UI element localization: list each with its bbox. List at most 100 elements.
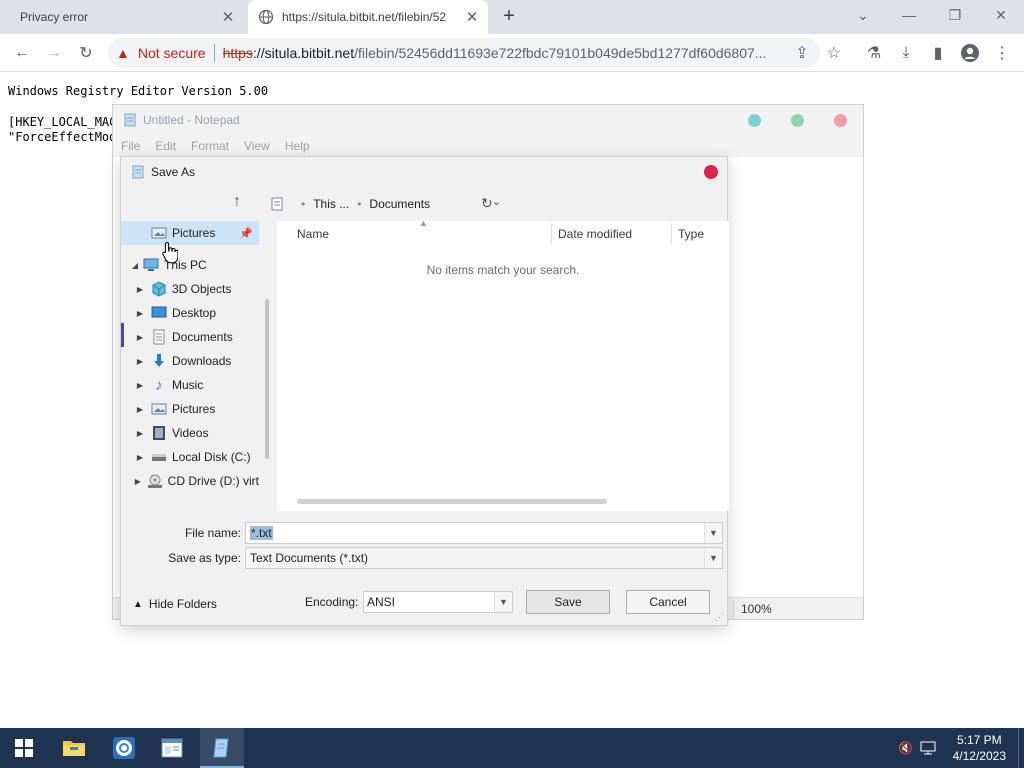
navigation-scrollbar[interactable]	[265, 299, 269, 459]
expand-arrow-icon[interactable]: ▶	[121, 333, 151, 342]
bookmark-star-icon[interactable]: ☆	[822, 41, 846, 65]
save-button[interactable]: Save	[526, 590, 610, 614]
encoding-dropdown-icon[interactable]: ▼	[494, 592, 512, 612]
close-window-button[interactable]: ✕	[978, 0, 1024, 30]
minimize-dot-icon[interactable]	[748, 114, 761, 127]
share-icon[interactable]: ⇪	[790, 41, 814, 65]
refresh-icon[interactable]: ↻	[481, 195, 493, 212]
restore-button[interactable]: ❐	[932, 0, 978, 30]
menu-edit[interactable]: Edit	[155, 139, 176, 153]
up-arrow-icon[interactable]: ↑	[233, 193, 241, 211]
column-date-modified[interactable]: Date modified	[558, 221, 632, 247]
breadcrumb-documents[interactable]: Documents	[369, 197, 430, 211]
expand-arrow-icon[interactable]: ▶	[121, 405, 151, 414]
nav-item-documents[interactable]: ▶ Documents	[121, 325, 259, 349]
close-dot-icon[interactable]	[834, 114, 847, 127]
menu-file[interactable]: File	[121, 139, 140, 153]
expand-arrow-icon[interactable]: ▶	[121, 309, 151, 318]
reload-icon[interactable]: ↻	[74, 41, 98, 65]
globe-icon	[258, 9, 274, 25]
new-tab-button[interactable]: +	[498, 6, 520, 28]
maximize-dot-icon[interactable]	[791, 114, 804, 127]
expand-arrow-icon[interactable]: ▶	[121, 285, 151, 294]
app-window-icon	[161, 738, 183, 758]
tab-filebin[interactable]: https://situla.bitbit.net/filebin/52 ✕	[248, 0, 488, 34]
encoding-select[interactable]: ANSI ▼	[363, 591, 513, 613]
network-icon[interactable]	[917, 741, 939, 755]
warning-icon[interactable]: ▲	[116, 45, 130, 61]
expand-arrow-icon[interactable]: ▶	[121, 477, 147, 486]
menu-help[interactable]: Help	[285, 139, 310, 153]
nav-item-desktop[interactable]: ▶ Desktop	[121, 301, 259, 325]
menu-format[interactable]: Format	[191, 139, 229, 153]
column-divider[interactable]	[671, 223, 672, 245]
expand-arrow-icon[interactable]: ▶	[121, 429, 151, 438]
address-bar[interactable]: ▲ Not secure https://situla.bitbit.net/f…	[108, 38, 820, 68]
url-text[interactable]: https://situla.bitbit.net/filebin/52456d…	[223, 45, 783, 61]
nav-item-label: Pictures	[172, 402, 216, 416]
nav-item-pictures[interactable]: ▶ Pictures	[121, 397, 259, 421]
nav-item-cd-drive[interactable]: ▶ CD Drive (D:) virt	[121, 469, 259, 493]
clock-date: 4/12/2023	[952, 749, 1006, 763]
nav-item-3d-objects[interactable]: ▶ 3D Objects	[121, 277, 259, 301]
tab-privacy-error[interactable]: Privacy error ✕	[8, 0, 244, 34]
nav-item-music[interactable]: ▶ ♪ Music	[121, 373, 259, 397]
collapse-arrow-icon[interactable]: ◢	[121, 261, 143, 270]
column-name[interactable]: Name	[297, 221, 329, 247]
resize-grip-icon[interactable]: ⋰	[715, 612, 724, 623]
download-icon[interactable]: ⤓	[894, 41, 918, 65]
tab-close-icon[interactable]: ✕	[218, 8, 238, 26]
breadcrumb-separator: •	[357, 197, 362, 211]
nav-item-label: Music	[172, 378, 204, 392]
back-icon[interactable]: ←	[10, 41, 34, 65]
security-status[interactable]: Not secure	[138, 45, 206, 61]
pin-icon[interactable]: 📌	[239, 227, 253, 240]
save-type-dropdown-icon[interactable]: ▼	[704, 548, 722, 568]
profile-avatar-icon[interactable]	[958, 41, 982, 65]
menu-kebab-icon[interactable]: ⋮	[990, 41, 1014, 65]
save-as-title-bar[interactable]: Save As	[121, 157, 727, 187]
pictures-icon	[151, 225, 167, 241]
forward-icon[interactable]: →	[42, 41, 66, 65]
file-explorer-taskbar-button[interactable]	[52, 728, 96, 768]
chevron-down-icon[interactable]: ⌄	[492, 195, 501, 208]
show-desktop-button[interactable]	[1018, 728, 1024, 768]
file-name-dropdown-icon[interactable]: ▼	[704, 523, 722, 543]
expand-arrow-icon[interactable]: ▶	[121, 357, 151, 366]
nav-item-downloads[interactable]: ▶ Downloads	[121, 349, 259, 373]
expand-arrow-icon[interactable]: ▶	[121, 381, 151, 390]
horizontal-scrollbar[interactable]	[297, 499, 607, 504]
minimize-button[interactable]: —	[886, 0, 932, 30]
chrome-taskbar-button[interactable]	[102, 728, 146, 768]
status-divider	[733, 600, 734, 618]
expand-arrow-icon[interactable]: ▶	[121, 453, 151, 462]
nav-item-videos[interactable]: ▶ Videos	[121, 421, 259, 445]
tab-search-icon[interactable]: ⌄	[840, 0, 886, 30]
tab-close-icon[interactable]: ✕	[462, 8, 482, 26]
column-type[interactable]: Type	[678, 221, 704, 247]
start-button[interactable]	[2, 728, 46, 768]
cancel-button[interactable]: Cancel	[626, 590, 710, 614]
labs-flask-icon[interactable]: ⚗	[862, 41, 886, 65]
nav-item-local-disk[interactable]: ▶ Local Disk (C:)	[121, 445, 259, 469]
file-name-input[interactable]: *.txt ▼	[245, 522, 723, 544]
nav-item-this-pc[interactable]: ◢ This PC	[121, 253, 259, 277]
registry-editor-taskbar-button[interactable]	[150, 728, 194, 768]
tab-title: Privacy error	[20, 10, 89, 24]
registry-value-line: "ForceEffectMod	[8, 130, 117, 144]
hide-folders-button[interactable]: ▲ Hide Folders	[133, 597, 217, 611]
breadcrumb[interactable]: • This ... • Documents ⌄	[271, 193, 501, 215]
clock[interactable]: 5:17 PM 4/12/2023	[953, 732, 1006, 764]
column-divider[interactable]	[551, 223, 552, 245]
hand-cursor-icon	[162, 241, 178, 264]
menu-view[interactable]: View	[244, 139, 270, 153]
dialog-close-button[interactable]	[704, 165, 718, 179]
notepad-taskbar-button[interactable]	[200, 728, 244, 768]
dialog-nav-bar: ↑ • This ... • Documents ⌄ ↻	[121, 187, 727, 221]
side-panel-icon[interactable]: ▮	[926, 41, 950, 65]
save-type-select[interactable]: Text Documents (*.txt) ▼	[245, 547, 723, 569]
breadcrumb-this-pc[interactable]: This ...	[313, 197, 349, 211]
desktop-icon	[151, 305, 167, 321]
speaker-muted-icon[interactable]: 🔇	[895, 741, 917, 755]
nav-item-pictures-quick[interactable]: Pictures 📌	[121, 221, 259, 245]
